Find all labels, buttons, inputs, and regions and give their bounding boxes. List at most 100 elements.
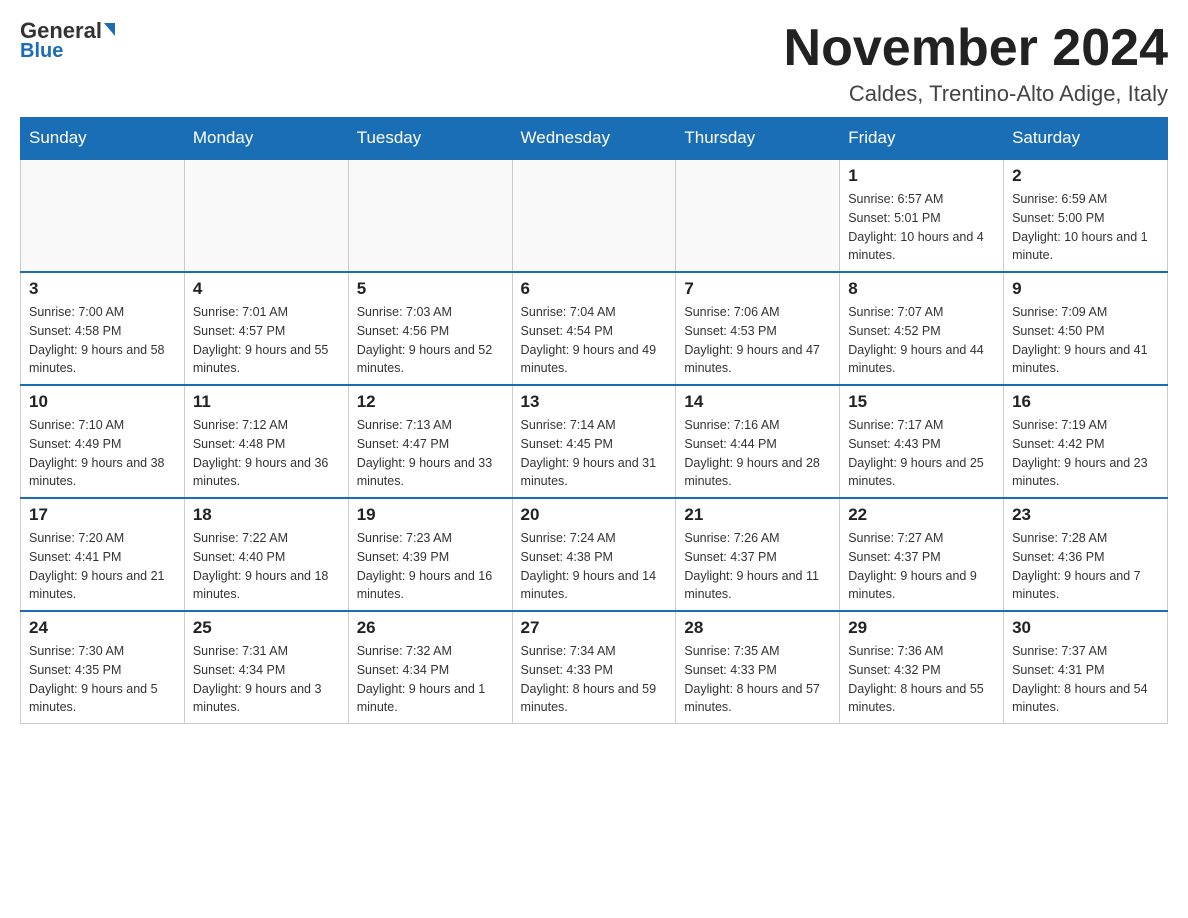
day-number: 24: [29, 618, 176, 638]
day-number: 12: [357, 392, 504, 412]
day-number: 19: [357, 505, 504, 525]
calendar-cell: 13 Sunrise: 7:14 AMSunset: 4:45 PMDayligh…: [512, 385, 676, 498]
day-number: 7: [684, 279, 831, 299]
title-section: November 2024 Caldes, Trentino-Alto Adig…: [784, 20, 1168, 107]
day-number: 22: [848, 505, 995, 525]
day-number: 13: [521, 392, 668, 412]
day-info: Sunrise: 7:32 AMSunset: 4:34 PMDaylight:…: [357, 642, 504, 717]
weekday-header-monday: Monday: [184, 118, 348, 160]
logo-blue: Blue: [20, 40, 63, 63]
day-info: Sunrise: 7:19 AMSunset: 4:42 PMDaylight:…: [1012, 416, 1159, 491]
day-number: 29: [848, 618, 995, 638]
calendar-cell: 4Sunrise: 7:01 AMSunset: 4:57 PMDaylight…: [184, 272, 348, 385]
day-info: Sunrise: 7:01 AMSunset: 4:57 PMDaylight:…: [193, 303, 340, 378]
calendar-cell: 2Sunrise: 6:59 AMSunset: 5:00 PMDaylight…: [1004, 159, 1168, 272]
calendar-cell: 12 Sunrise: 7:13 AMSunset: 4:47 PMDayligh…: [348, 385, 512, 498]
calendar-cell: 16Sunrise: 7:19 AMSunset: 4:42 PMDayligh…: [1004, 385, 1168, 498]
calendar-cell: 5 Sunrise: 7:03 AMSunset: 4:56 PMDaylight…: [348, 272, 512, 385]
day-number: 6: [521, 279, 668, 299]
day-info: Sunrise: 7:30 AMSunset: 4:35 PMDaylight:…: [29, 642, 176, 717]
calendar-table: SundayMondayTuesdayWednesdayThursdayFrid…: [20, 117, 1168, 724]
day-info: Sunrise: 7:22 AMSunset: 4:40 PMDaylight:…: [193, 529, 340, 604]
calendar-cell: 7Sunrise: 7:06 AMSunset: 4:53 PMDaylight…: [676, 272, 840, 385]
calendar-cell: 6 Sunrise: 7:04 AMSunset: 4:54 PMDaylight…: [512, 272, 676, 385]
calendar-cell: 23 Sunrise: 7:28 AMSunset: 4:36 PMDayligh…: [1004, 498, 1168, 611]
calendar-cell: 1 Sunrise: 6:57 AMSunset: 5:01 PMDaylight…: [840, 159, 1004, 272]
day-info: Sunrise: 7:37 AMSunset: 4:31 PMDaylight:…: [1012, 642, 1159, 717]
day-info: Sunrise: 7:26 AMSunset: 4:37 PMDaylight:…: [684, 529, 831, 604]
weekday-header-tuesday: Tuesday: [348, 118, 512, 160]
calendar-cell: 3Sunrise: 7:00 AMSunset: 4:58 PMDaylight…: [21, 272, 185, 385]
day-info: Sunrise: 7:31 AMSunset: 4:34 PMDaylight:…: [193, 642, 340, 717]
calendar-cell: 9Sunrise: 7:09 AMSunset: 4:50 PMDaylight…: [1004, 272, 1168, 385]
day-number: 10: [29, 392, 176, 412]
day-info: Sunrise: 6:59 AMSunset: 5:00 PMDaylight:…: [1012, 190, 1159, 265]
day-info: Sunrise: 7:13 AMSunset: 4:47 PMDaylight:…: [357, 416, 504, 491]
logo-general: General: [20, 20, 115, 42]
day-number: 25: [193, 618, 340, 638]
day-number: 23: [1012, 505, 1159, 525]
calendar-cell: 11 Sunrise: 7:12 AMSunset: 4:48 PMDayligh…: [184, 385, 348, 498]
day-number: 20: [521, 505, 668, 525]
day-number: 28: [684, 618, 831, 638]
calendar-cell: 25 Sunrise: 7:31 AMSunset: 4:34 PMDayligh…: [184, 611, 348, 724]
week-row-5: 24 Sunrise: 7:30 AMSunset: 4:35 PMDayligh…: [21, 611, 1168, 724]
day-info: Sunrise: 7:07 AMSunset: 4:52 PMDaylight:…: [848, 303, 995, 378]
day-number: 3: [29, 279, 176, 299]
weekday-header-row: SundayMondayTuesdayWednesdayThursdayFrid…: [21, 118, 1168, 160]
day-info: Sunrise: 6:57 AMSunset: 5:01 PMDaylight:…: [848, 190, 995, 265]
calendar-cell: 30 Sunrise: 7:37 AMSunset: 4:31 PMDayligh…: [1004, 611, 1168, 724]
calendar-cell: 29Sunrise: 7:36 AMSunset: 4:32 PMDayligh…: [840, 611, 1004, 724]
calendar-cell: 20 Sunrise: 7:24 AMSunset: 4:38 PMDayligh…: [512, 498, 676, 611]
calendar-cell: [512, 159, 676, 272]
day-number: 1: [848, 166, 995, 186]
calendar-cell: 8 Sunrise: 7:07 AMSunset: 4:52 PMDaylight…: [840, 272, 1004, 385]
day-info: Sunrise: 7:27 AMSunset: 4:37 PMDaylight:…: [848, 529, 995, 604]
calendar-cell: 21Sunrise: 7:26 AMSunset: 4:37 PMDayligh…: [676, 498, 840, 611]
day-number: 30: [1012, 618, 1159, 638]
day-info: Sunrise: 7:35 AMSunset: 4:33 PMDaylight:…: [684, 642, 831, 717]
week-row-1: 1 Sunrise: 6:57 AMSunset: 5:01 PMDaylight…: [21, 159, 1168, 272]
day-number: 11: [193, 392, 340, 412]
weekday-header-wednesday: Wednesday: [512, 118, 676, 160]
day-info: Sunrise: 7:10 AMSunset: 4:49 PMDaylight:…: [29, 416, 176, 491]
calendar-cell: 15Sunrise: 7:17 AMSunset: 4:43 PMDayligh…: [840, 385, 1004, 498]
calendar-cell: 24 Sunrise: 7:30 AMSunset: 4:35 PMDayligh…: [21, 611, 185, 724]
weekday-header-sunday: Sunday: [21, 118, 185, 160]
week-row-4: 17 Sunrise: 7:20 AMSunset: 4:41 PMDayligh…: [21, 498, 1168, 611]
calendar-cell: [184, 159, 348, 272]
day-number: 18: [193, 505, 340, 525]
calendar-cell: 22 Sunrise: 7:27 AMSunset: 4:37 PMDayligh…: [840, 498, 1004, 611]
calendar-cell: [348, 159, 512, 272]
day-number: 8: [848, 279, 995, 299]
day-info: Sunrise: 7:24 AMSunset: 4:38 PMDaylight:…: [521, 529, 668, 604]
calendar-cell: 14Sunrise: 7:16 AMSunset: 4:44 PMDayligh…: [676, 385, 840, 498]
weekday-header-saturday: Saturday: [1004, 118, 1168, 160]
calendar-cell: 17 Sunrise: 7:20 AMSunset: 4:41 PMDayligh…: [21, 498, 185, 611]
day-info: Sunrise: 7:14 AMSunset: 4:45 PMDaylight:…: [521, 416, 668, 491]
day-info: Sunrise: 7:12 AMSunset: 4:48 PMDaylight:…: [193, 416, 340, 491]
day-info: Sunrise: 7:04 AMSunset: 4:54 PMDaylight:…: [521, 303, 668, 378]
page-header: General Blue November 2024 Caldes, Trent…: [20, 20, 1168, 107]
day-number: 9: [1012, 279, 1159, 299]
calendar-cell: 28 Sunrise: 7:35 AMSunset: 4:33 PMDayligh…: [676, 611, 840, 724]
weekday-header-thursday: Thursday: [676, 118, 840, 160]
location: Caldes, Trentino-Alto Adige, Italy: [784, 81, 1168, 107]
day-info: Sunrise: 7:23 AMSunset: 4:39 PMDaylight:…: [357, 529, 504, 604]
calendar-cell: [21, 159, 185, 272]
day-info: Sunrise: 7:03 AMSunset: 4:56 PMDaylight:…: [357, 303, 504, 378]
calendar-cell: 19 Sunrise: 7:23 AMSunset: 4:39 PMDayligh…: [348, 498, 512, 611]
day-number: 5: [357, 279, 504, 299]
day-info: Sunrise: 7:20 AMSunset: 4:41 PMDaylight:…: [29, 529, 176, 604]
calendar-cell: 10 Sunrise: 7:10 AMSunset: 4:49 PMDayligh…: [21, 385, 185, 498]
day-number: 17: [29, 505, 176, 525]
weekday-header-friday: Friday: [840, 118, 1004, 160]
week-row-3: 10 Sunrise: 7:10 AMSunset: 4:49 PMDayligh…: [21, 385, 1168, 498]
day-number: 27: [521, 618, 668, 638]
logo: General Blue: [20, 20, 115, 63]
calendar-cell: 26Sunrise: 7:32 AMSunset: 4:34 PMDayligh…: [348, 611, 512, 724]
day-number: 14: [684, 392, 831, 412]
calendar-cell: 27Sunrise: 7:34 AMSunset: 4:33 PMDayligh…: [512, 611, 676, 724]
day-info: Sunrise: 7:28 AMSunset: 4:36 PMDaylight:…: [1012, 529, 1159, 604]
day-info: Sunrise: 7:17 AMSunset: 4:43 PMDaylight:…: [848, 416, 995, 491]
